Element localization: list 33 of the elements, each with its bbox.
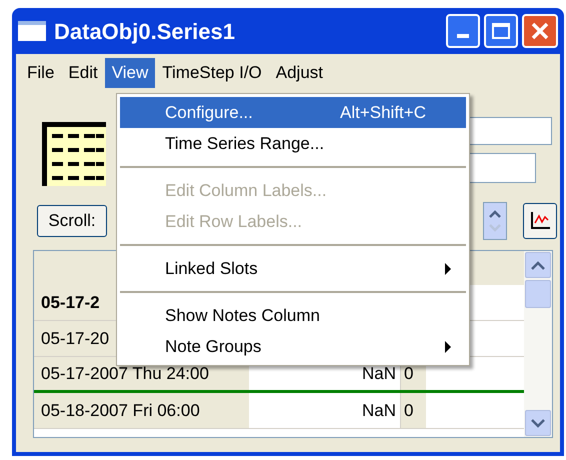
menu-item[interactable]: View: [104, 58, 156, 88]
window-title: DataObj0.Series1: [54, 18, 236, 46]
submenu-arrow-icon: [444, 262, 452, 274]
scroll-thumb[interactable]: [525, 280, 551, 308]
chevron-down-icon: [489, 224, 501, 232]
chart-button[interactable]: [523, 203, 557, 239]
minimize-button[interactable]: [446, 14, 480, 48]
menu-option[interactable]: Linked Slots: [120, 253, 466, 284]
chevron-up-icon: [531, 260, 545, 270]
scroll-up-button[interactable]: [525, 252, 551, 278]
chevron-down-icon: [531, 418, 545, 428]
line-chart-icon: [529, 211, 551, 231]
menu-option[interactable]: Configure... Alt+Shift+C: [120, 97, 466, 128]
menu-option[interactable]: Time Series Range...: [120, 128, 466, 159]
close-icon: [530, 21, 550, 41]
close-button[interactable]: [522, 14, 558, 48]
window-icon: [18, 21, 46, 41]
scrollbar[interactable]: [524, 251, 552, 437]
submenu-arrow-icon: [444, 340, 452, 352]
menu-item[interactable]: TimeStep I/O: [155, 58, 269, 88]
menu-item[interactable]: Adjust: [268, 58, 330, 88]
table-icon: [42, 122, 106, 186]
scroll-down-button[interactable]: [525, 410, 551, 436]
text-field[interactable]: [468, 117, 552, 145]
text-field[interactable]: [468, 153, 536, 183]
spin-button[interactable]: [483, 202, 507, 240]
flag-cell: 0: [401, 393, 426, 428]
chevron-up-icon: [489, 210, 501, 218]
menu-item[interactable]: File: [20, 58, 62, 88]
maximize-button[interactable]: [484, 14, 518, 48]
menu-item[interactable]: Edit: [61, 58, 105, 88]
scroll-button[interactable]: Scroll:: [37, 205, 107, 237]
row-header: 05-18-2007 Fri 06:00: [34, 393, 249, 428]
